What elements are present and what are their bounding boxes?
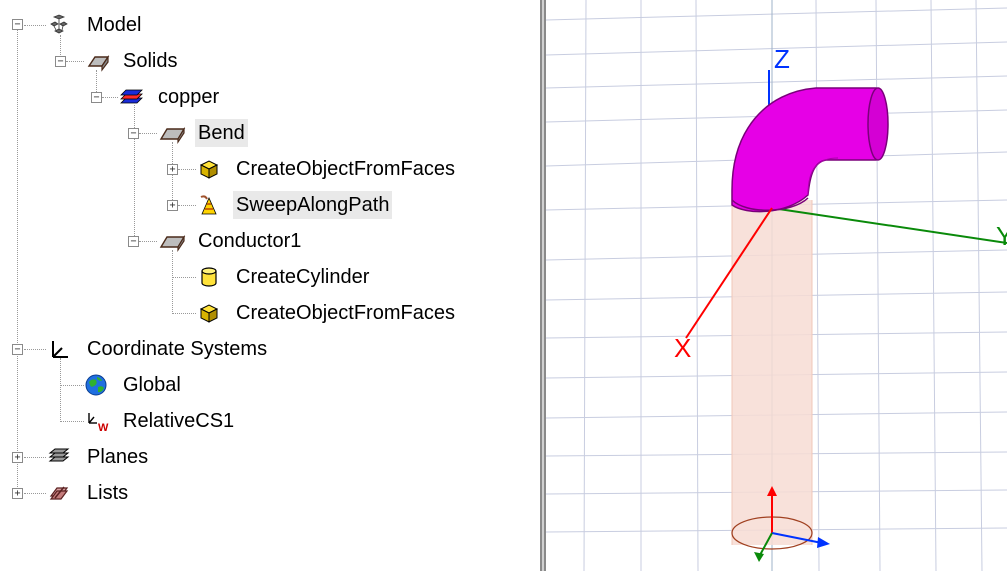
tree-line (172, 250, 173, 314)
solid-group-icon (86, 49, 110, 73)
tree-label: RelativeCS1 (123, 410, 235, 432)
expand-toggle[interactable]: + (167, 164, 178, 175)
tree-line (134, 105, 135, 242)
create-object-icon (197, 157, 221, 181)
collapse-toggle[interactable]: − (12, 19, 23, 30)
tree-label: Global (123, 374, 181, 396)
3d-viewport[interactable]: Z Y X (546, 0, 1007, 571)
tree-label: Planes (87, 446, 149, 468)
tree-label: Bend (195, 119, 248, 147)
collapse-toggle[interactable]: − (91, 92, 102, 103)
collapse-toggle[interactable]: − (128, 128, 139, 139)
relative-cs-icon: W (84, 409, 109, 434)
tree-line (139, 241, 157, 242)
tree-line (17, 30, 18, 351)
axes-icon (47, 337, 71, 361)
model-icon (47, 13, 71, 37)
tree-line (24, 25, 46, 26)
model-tree-panel: − Model − Solids − copper − Bend + Creat… (0, 0, 540, 571)
material-stack-icon (118, 85, 143, 109)
planes-icon (47, 445, 71, 469)
expand-toggle[interactable]: + (12, 488, 23, 499)
tree-label: SweepAlongPath (233, 191, 393, 219)
tree-label: Solids (123, 50, 178, 72)
tree-line (178, 205, 196, 206)
tree-line (172, 277, 196, 278)
svg-text:W: W (98, 422, 109, 433)
tree-line (172, 313, 196, 314)
tree-line (24, 457, 46, 458)
tree-line (60, 421, 84, 422)
tree-line (60, 358, 61, 420)
tree-line (178, 169, 196, 170)
tree-line (66, 61, 84, 62)
globe-icon (84, 373, 108, 397)
tree-line (102, 97, 118, 98)
expand-toggle[interactable]: + (167, 200, 178, 211)
tree-label: Lists (87, 482, 129, 504)
tree-label: CreateObjectFromFaces (236, 302, 455, 324)
tree-label: CreateCylinder (236, 266, 370, 288)
tree-label: copper (158, 86, 220, 108)
bend-solid (731, 87, 889, 213)
tree-line (24, 349, 46, 350)
tree-label: CreateObjectFromFaces (236, 158, 455, 180)
collapse-toggle[interactable]: − (12, 344, 23, 355)
tree-line (17, 351, 18, 495)
solid-object-icon (158, 121, 186, 145)
solid-object-icon (158, 229, 186, 253)
tree-label: Coordinate Systems (87, 338, 268, 360)
x-axis-label: X (674, 333, 691, 363)
expand-toggle[interactable]: + (12, 452, 23, 463)
tree-line (24, 493, 46, 494)
cylinder-icon (197, 265, 221, 289)
collapse-toggle[interactable]: − (128, 236, 139, 247)
collapse-toggle[interactable]: − (55, 56, 66, 67)
y-axis-label: Y (996, 221, 1007, 251)
viewport-canvas: Z Y X (546, 0, 1007, 571)
z-axis-label: Z (774, 44, 790, 74)
lists-icon (47, 481, 71, 505)
tree-line (139, 133, 157, 134)
sweep-icon (197, 193, 221, 217)
tree-label: Conductor1 (198, 230, 302, 252)
tree-line (60, 385, 84, 386)
create-object-icon (197, 301, 221, 325)
tree-label: Model (87, 14, 142, 36)
